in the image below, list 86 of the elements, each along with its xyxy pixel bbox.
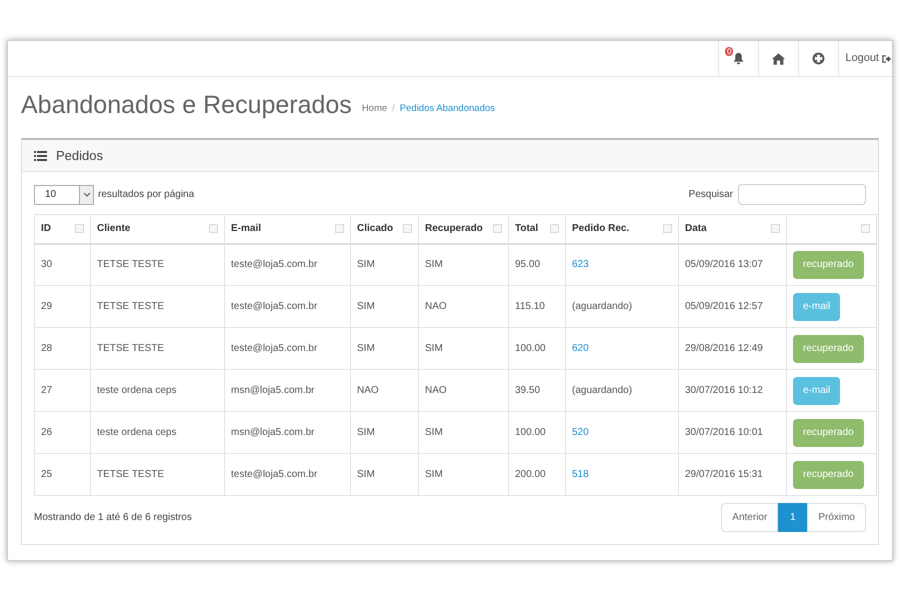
- order-status: (aguardando): [572, 301, 632, 312]
- table-cell: 28: [34, 328, 90, 370]
- table-cell: 29/08/2016 12:49: [678, 328, 786, 370]
- table-cell: 39.50: [508, 370, 566, 412]
- column-header[interactable]: Pedido Rec.: [566, 214, 678, 244]
- table-cell: 115.10: [508, 286, 566, 328]
- table-cell: 29/07/2016 15:31: [678, 454, 786, 496]
- column-header[interactable]: E-mail: [224, 214, 350, 244]
- table-cell: 29: [34, 286, 90, 328]
- table-cell: teste ordena ceps: [90, 370, 224, 412]
- table-cell: teste@loja5.com.br: [224, 328, 350, 370]
- logout-icon: [881, 54, 891, 64]
- sort-icon: [209, 224, 218, 234]
- order-status: (aguardando): [572, 385, 632, 396]
- column-header[interactable]: Cliente: [90, 214, 224, 244]
- table-cell: msn@loja5.com.br: [224, 370, 350, 412]
- table-cell: 200.00: [508, 454, 566, 496]
- panel-title: Pedidos: [56, 146, 103, 165]
- table-cell: msn@loja5.com.br: [224, 412, 350, 454]
- page-title: Abandonados e Recuperados: [21, 90, 352, 120]
- home-icon[interactable]: [772, 52, 785, 64]
- table-cell: 27: [34, 370, 90, 412]
- search-label: Pesquisar: [688, 188, 733, 202]
- table-cell: SIM: [350, 286, 418, 328]
- table-cell: 30/07/2016 10:01: [678, 412, 786, 454]
- breadcrumb-separator: /: [392, 102, 395, 116]
- column-header[interactable]: Total: [508, 214, 566, 244]
- table-cell: SIM: [418, 244, 508, 286]
- column-header[interactable]: Recuperado: [418, 214, 508, 244]
- previous-page-button[interactable]: Anterior: [721, 503, 778, 532]
- table-cell: 95.00: [508, 244, 566, 286]
- table-cell: 26: [34, 412, 90, 454]
- breadcrumb-link[interactable]: Pedidos Abandonados: [400, 102, 495, 116]
- table-cell: teste@loja5.com.br: [224, 286, 350, 328]
- table-cell: 25: [34, 454, 90, 496]
- table-info: Mostrando de 1 até 6 de 6 registros: [34, 511, 192, 525]
- table-cell: 05/09/2016 13:07: [678, 244, 786, 286]
- table-cell: TETSE TESTE: [90, 328, 224, 370]
- search-field[interactable]: [738, 184, 866, 205]
- table-cell: SIM: [418, 412, 508, 454]
- table-cell: NAO: [418, 370, 508, 412]
- page-size-label: resultados por página: [98, 188, 194, 202]
- table-cell: 30/07/2016 10:12: [678, 370, 786, 412]
- sort-icon: [493, 224, 502, 234]
- column-header[interactable]: ID: [34, 214, 90, 244]
- sort-icon: [403, 224, 412, 234]
- list-icon: [34, 150, 47, 160]
- table-cell: SIM: [350, 244, 418, 286]
- table-cell: NAO: [350, 370, 418, 412]
- lifebuoy-icon[interactable]: [812, 52, 825, 65]
- table-cell: TETSE TESTE: [90, 286, 224, 328]
- table-cell: 30: [34, 244, 90, 286]
- table-cell: SIM: [418, 454, 508, 496]
- bell-icon[interactable]: [732, 52, 745, 65]
- page-button[interactable]: 1: [778, 503, 808, 532]
- order-link[interactable]: 520: [572, 427, 589, 438]
- table-cell: SIM: [350, 412, 418, 454]
- column-header[interactable]: Data: [678, 214, 786, 244]
- next-page-button[interactable]: Próximo: [807, 503, 866, 532]
- column-header[interactable]: Clicado: [350, 214, 418, 244]
- order-link[interactable]: 620: [572, 343, 589, 354]
- sort-icon: [663, 224, 672, 234]
- sort-icon: [75, 224, 84, 234]
- chevron-down-icon: [82, 192, 90, 197]
- table-cell: teste ordena ceps: [90, 412, 224, 454]
- logout-link[interactable]: Logout: [845, 50, 879, 67]
- table-cell: 100.00: [508, 328, 566, 370]
- table-cell: TETSE TESTE: [90, 244, 224, 286]
- table-cell: SIM: [418, 328, 508, 370]
- sort-icon: [550, 224, 559, 234]
- breadcrumb-link[interactable]: Home: [362, 102, 388, 116]
- notification-badge: 0: [725, 47, 734, 56]
- table-cell: NAO: [418, 286, 508, 328]
- table-cell: TETSE TESTE: [90, 454, 224, 496]
- table-cell: SIM: [350, 454, 418, 496]
- table-cell: 100.00: [508, 412, 566, 454]
- order-link[interactable]: 518: [572, 469, 589, 480]
- page-size-select[interactable]: 10: [34, 184, 94, 204]
- table-cell: 05/09/2016 12:57: [678, 286, 786, 328]
- sort-icon: [861, 224, 870, 234]
- sort-icon: [771, 224, 780, 234]
- table-cell: SIM: [350, 328, 418, 370]
- table-cell: teste@loja5.com.br: [224, 454, 350, 496]
- table-cell: teste@loja5.com.br: [224, 244, 350, 286]
- sort-icon: [335, 224, 344, 234]
- order-link[interactable]: 623: [572, 259, 589, 270]
